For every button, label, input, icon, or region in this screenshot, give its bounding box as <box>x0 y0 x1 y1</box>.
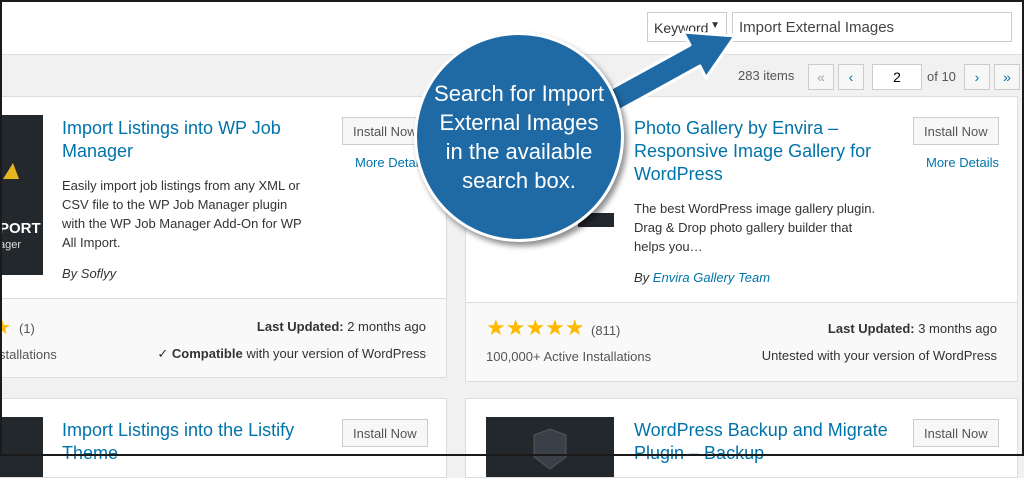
callout-text: Search for Import External Images in the… <box>434 81 604 193</box>
instruction-callout: Search for Import External Images in the… <box>414 32 624 242</box>
